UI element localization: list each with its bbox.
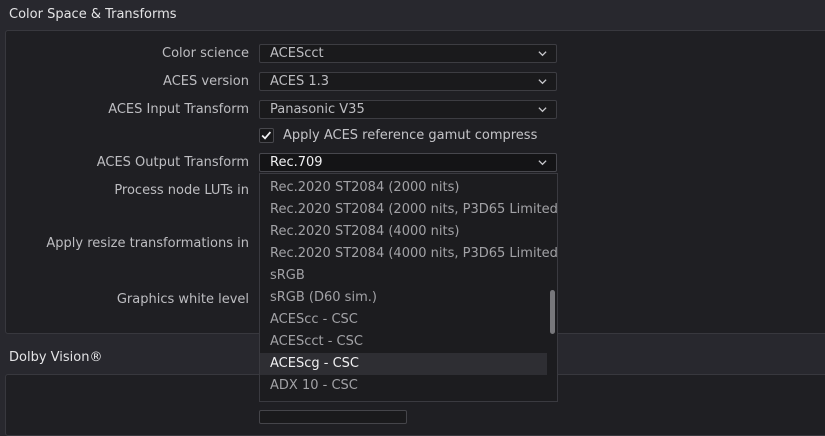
- checkmark-icon: [261, 131, 272, 140]
- dropdown-option[interactable]: ADX 10 - CSC: [260, 375, 547, 397]
- input-transform-label: ACES Input Transform: [108, 102, 249, 117]
- gamut-compress-checkbox[interactable]: [259, 128, 274, 143]
- aces-version-select[interactable]: ACES 1.3: [259, 72, 557, 91]
- dropdown-option[interactable]: sRGB: [260, 265, 547, 287]
- dropdown-option[interactable]: sRGB (D60 sim.): [260, 287, 547, 309]
- dropdown-option[interactable]: Rec.2020 ST2084 (2000 nits): [260, 177, 547, 199]
- dropdown-scrollbar-thumb[interactable]: [550, 290, 555, 334]
- dropdown-option-selected[interactable]: ACEScg - CSC: [260, 353, 547, 375]
- process-luts-label: Process node LUTs in: [114, 183, 249, 198]
- dolby-select-partial[interactable]: [259, 410, 407, 424]
- section-title-dolby: Dolby Vision®: [9, 350, 103, 365]
- graphics-white-label: Graphics white level: [116, 292, 249, 307]
- aces-version-label: ACES version: [163, 74, 249, 89]
- dropdown-option[interactable]: ACEScct - CSC: [260, 331, 547, 353]
- dropdown-option[interactable]: ACEScc - CSC: [260, 309, 547, 331]
- chevron-down-icon: [538, 79, 547, 85]
- input-transform-value: Panasonic V35: [270, 102, 365, 117]
- aces-version-value: ACES 1.3: [270, 74, 330, 89]
- dropdown-option[interactable]: Rec.2020 ST2084 (4000 nits, P3D65 Limite…: [260, 243, 557, 265]
- output-transform-label: ACES Output Transform: [96, 155, 249, 170]
- resize-transform-label: Apply resize transformations in: [46, 236, 249, 251]
- color-science-value: ACEScct: [270, 46, 324, 61]
- output-transform-dropdown[interactable]: Rec.2020 ST2084 (2000 nits) Rec.2020 ST2…: [259, 173, 558, 402]
- chevron-down-icon: [538, 107, 547, 113]
- gamut-compress-label: Apply ACES reference gamut compress: [283, 128, 538, 143]
- output-transform-value: Rec.709: [270, 155, 323, 170]
- input-transform-select[interactable]: Panasonic V35: [259, 100, 557, 119]
- dropdown-option[interactable]: Rec.2020 ST2084 (4000 nits): [260, 221, 547, 243]
- dropdown-option[interactable]: Rec.2020 ST2084 (2000 nits, P3D65 Limite…: [260, 199, 557, 221]
- color-science-select[interactable]: ACEScct: [259, 44, 557, 63]
- chevron-down-icon: [538, 51, 547, 57]
- color-science-label: Color science: [162, 46, 249, 61]
- chevron-down-icon: [538, 160, 547, 166]
- output-transform-select[interactable]: Rec.709: [259, 153, 557, 172]
- section-title-color-space: Color Space & Transforms: [9, 7, 177, 22]
